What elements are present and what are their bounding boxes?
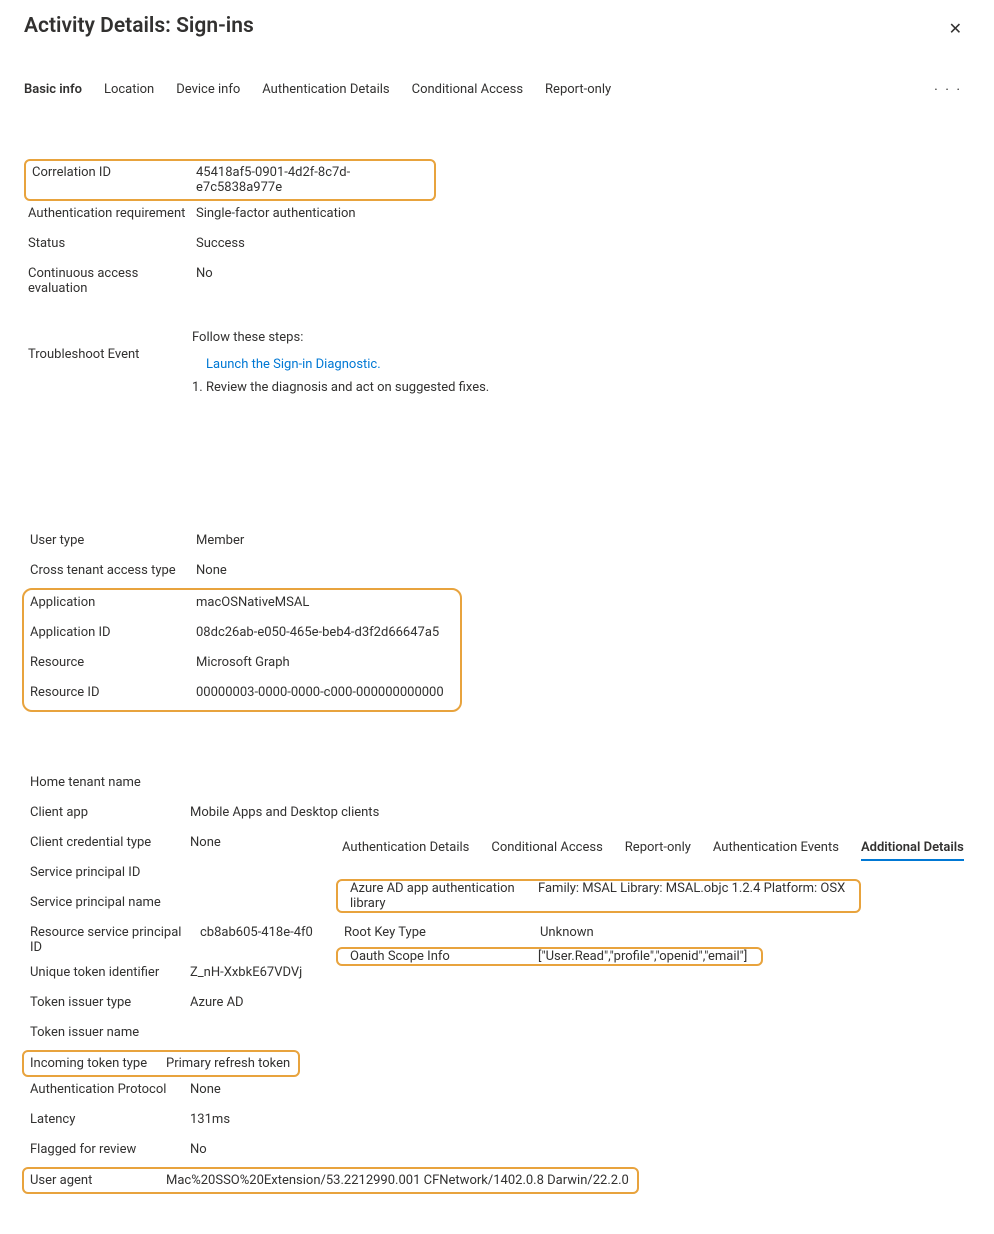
home-tenant-name-value bbox=[186, 770, 970, 780]
incoming-token-type-row: Incoming token type Primary refresh toke… bbox=[22, 1050, 300, 1077]
auth-requirement-label: Authentication requirement bbox=[24, 201, 192, 226]
tab-auth-details[interactable]: Authentication Details bbox=[262, 78, 389, 101]
launch-diagnostic-link[interactable]: Launch the Sign-in Diagnostic. bbox=[206, 357, 381, 372]
resource-id-label: Resource ID bbox=[24, 680, 192, 705]
correlation-id-row: Correlation ID 45418af5-0901-4d2f-8c7d-e… bbox=[24, 159, 436, 201]
oauth-scope-row: Oauth Scope Info ["User.Read","profile",… bbox=[336, 947, 763, 966]
secondary-tab-bar: Authentication Details Conditional Acces… bbox=[330, 836, 970, 865]
close-icon[interactable]: ✕ bbox=[941, 15, 970, 42]
unique-token-id-label: Unique token identifier bbox=[24, 960, 186, 985]
token-issuer-type-value: Azure AD bbox=[186, 990, 970, 1015]
troubleshoot-label: Troubleshoot Event bbox=[24, 319, 192, 367]
troubleshoot-step-1: 1. Review the diagnosis and act on sugge… bbox=[192, 380, 962, 395]
client-app-label: Client app bbox=[24, 800, 186, 825]
correlation-id-value: 45418af5-0901-4d2f-8c7d-e7c5838a977e bbox=[192, 161, 434, 199]
cross-tenant-value: None bbox=[192, 558, 970, 583]
resource-label: Resource bbox=[24, 650, 192, 675]
status-label: Status bbox=[24, 231, 192, 256]
incoming-token-type-label: Incoming token type bbox=[24, 1052, 162, 1075]
user-agent-value: Mac%20SSO%20Extension/53.2212990.001 CFN… bbox=[162, 1169, 637, 1192]
application-value: macOSNativeMSAL bbox=[192, 590, 460, 615]
auth-library-value: Family: MSAL Library: MSAL.objc 1.2.4 Pl… bbox=[538, 881, 859, 911]
rp-tab-auth-details[interactable]: Authentication Details bbox=[342, 840, 469, 861]
cross-tenant-label: Cross tenant access type bbox=[24, 558, 192, 583]
service-principal-name-label: Service principal name bbox=[24, 890, 186, 915]
flagged-label: Flagged for review bbox=[24, 1137, 186, 1162]
rp-tab-additional-details[interactable]: Additional Details bbox=[861, 840, 964, 861]
additional-details-panel: Authentication Details Conditional Acces… bbox=[330, 836, 970, 966]
tab-basic-info[interactable]: Basic info bbox=[24, 78, 82, 101]
tab-bar: Basic info Location Device info Authenti… bbox=[24, 78, 970, 101]
tab-device-info[interactable]: Device info bbox=[176, 78, 240, 101]
tab-report-only[interactable]: Report-only bbox=[545, 78, 611, 101]
rp-tab-report-only[interactable]: Report-only bbox=[625, 840, 691, 861]
token-issuer-name-label: Token issuer name bbox=[24, 1020, 186, 1045]
user-agent-row: User agent Mac%20SSO%20Extension/53.2212… bbox=[22, 1167, 639, 1194]
resource-id-value: 00000003-0000-0000-c000-000000000000 bbox=[192, 680, 460, 705]
tab-location[interactable]: Location bbox=[104, 78, 154, 101]
tab-conditional-access[interactable]: Conditional Access bbox=[412, 78, 523, 101]
oauth-scope-label: Oauth Scope Info bbox=[338, 949, 538, 964]
oauth-scope-value: ["User.Read","profile","openid","email"] bbox=[538, 949, 761, 964]
troubleshoot-intro: Follow these steps: bbox=[192, 330, 962, 345]
token-issuer-type-label: Token issuer type bbox=[24, 990, 186, 1015]
user-type-value: Member bbox=[192, 528, 970, 553]
application-label: Application bbox=[24, 590, 192, 615]
cae-label: Continuous access evaluation bbox=[24, 261, 192, 301]
latency-label: Latency bbox=[24, 1107, 186, 1132]
root-key-type-value: Unknown bbox=[534, 921, 970, 944]
rp-tab-auth-events[interactable]: Authentication Events bbox=[713, 840, 839, 861]
auth-protocol-value: None bbox=[186, 1077, 970, 1102]
client-cred-type-label: Client credential type bbox=[24, 830, 186, 855]
client-app-value: Mobile Apps and Desktop clients bbox=[186, 800, 970, 825]
home-tenant-name-label: Home tenant name bbox=[24, 770, 186, 795]
service-principal-id-label: Service principal ID bbox=[24, 860, 186, 885]
correlation-id-label: Correlation ID bbox=[26, 161, 192, 199]
application-group-highlight: Application macOSNativeMSAL Application … bbox=[22, 588, 462, 712]
user-type-label: User type bbox=[24, 528, 192, 553]
auth-protocol-label: Authentication Protocol bbox=[24, 1077, 186, 1102]
application-id-value: 08dc26ab-e050-465e-beb4-d3f2d66647a5 bbox=[192, 620, 460, 645]
more-icon[interactable]: · · · bbox=[934, 82, 962, 98]
page-title: Activity Details: Sign-ins bbox=[24, 14, 254, 38]
latency-value: 131ms bbox=[186, 1107, 970, 1132]
auth-library-label: Azure AD app authentication library bbox=[338, 881, 538, 911]
auth-library-row: Azure AD app authentication library Fami… bbox=[336, 879, 861, 913]
status-value: Success bbox=[192, 231, 970, 256]
token-issuer-name-value bbox=[186, 1020, 970, 1030]
resource-sp-id-label: Resource service principal ID bbox=[24, 920, 196, 960]
resource-value: Microsoft Graph bbox=[192, 650, 460, 675]
application-id-label: Application ID bbox=[24, 620, 192, 645]
rp-tab-conditional-access[interactable]: Conditional Access bbox=[491, 840, 602, 861]
auth-requirement-value: Single-factor authentication bbox=[192, 201, 970, 226]
incoming-token-type-value: Primary refresh token bbox=[162, 1052, 298, 1075]
user-agent-label: User agent bbox=[24, 1169, 162, 1192]
cae-value: No bbox=[192, 261, 970, 286]
root-key-type-label: Root Key Type bbox=[330, 921, 534, 944]
flagged-value: No bbox=[186, 1137, 970, 1162]
